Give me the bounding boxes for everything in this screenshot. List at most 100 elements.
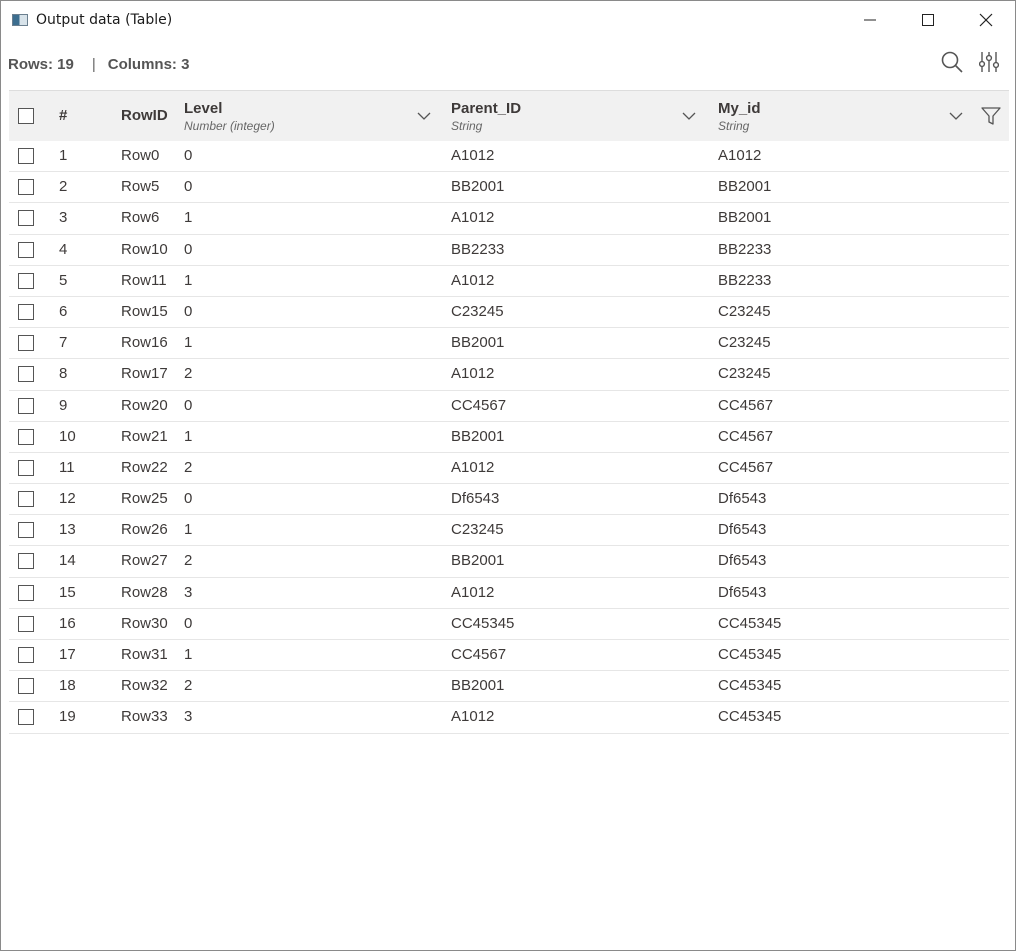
level-cell: 0 [184, 614, 193, 632]
header-parent-id[interactable]: Parent_ID String [451, 91, 711, 141]
table-row[interactable]: 8 Row17 2 A1012 C23245 [9, 359, 1009, 391]
level-cell: 1 [184, 427, 193, 445]
chevron-down-icon[interactable] [681, 108, 697, 124]
row-checkbox[interactable] [18, 366, 34, 383]
row-checkbox[interactable] [18, 241, 34, 258]
row-number-cell: 18 [59, 677, 76, 695]
column-settings-icon [978, 52, 1000, 72]
columns-count: Columns: 3 [107, 55, 190, 73]
row-checkbox[interactable] [18, 148, 34, 164]
my-id-cell: CC45345 [718, 646, 782, 663]
table-row[interactable]: 12 Row25 0 Df6543 Df6543 [9, 484, 1009, 516]
maximize-button[interactable] [899, 1, 957, 39]
table-window-icon [12, 14, 28, 26]
table-row[interactable]: 4 Row10 0 BB2233 BB2233 [9, 235, 1009, 266]
row-number-cell: 1 [59, 147, 68, 164]
row-number-cell: 10 [59, 427, 76, 445]
row-checkbox[interactable] [18, 335, 34, 352]
table-row[interactable]: 19 Row33 3 A1012 CC45345 [9, 702, 1009, 734]
filter-icon[interactable] [981, 106, 1001, 126]
header-level[interactable]: Level Number (integer) [184, 91, 444, 141]
rowid-cell: Row17 [121, 365, 168, 383]
row-number-cell: 9 [59, 396, 68, 414]
table-row[interactable]: 16 Row30 0 CC45345 CC45345 [9, 609, 1009, 640]
level-cell: 0 [184, 490, 193, 508]
row-checkbox[interactable] [18, 272, 34, 289]
table-row[interactable]: 2 Row5 0 BB2001 BB2001 [9, 172, 1009, 204]
parent-id-cell: BB2001 [451, 178, 505, 196]
row-checkbox[interactable] [18, 615, 34, 632]
chevron-down-icon[interactable] [416, 108, 432, 124]
level-cell: 2 [184, 677, 193, 695]
row-checkbox[interactable] [18, 210, 34, 227]
table-row[interactable]: 17 Row31 1 CC4567 CC45345 [9, 640, 1009, 672]
my-id-cell: A1012 [718, 147, 762, 164]
row-checkbox[interactable] [18, 522, 34, 539]
row-number-cell: 5 [59, 271, 68, 289]
parent-id-cell: C23245 [451, 521, 504, 539]
data-table: # RowID Level Number (integer) Parent_ID… [9, 90, 1009, 734]
table-row[interactable]: 18 Row32 2 BB2001 CC45345 [9, 671, 1009, 703]
my-id-cell: CC45345 [718, 708, 782, 726]
chevron-down-icon[interactable] [948, 108, 964, 124]
row-checkbox[interactable] [18, 553, 34, 570]
table-row[interactable]: 1 Row0 0 A1012 A1012 [9, 141, 1009, 173]
table-row[interactable]: 7 Row16 1 BB2001 C23245 [9, 328, 1009, 360]
rowid-cell: Row21 [121, 427, 168, 445]
row-checkbox[interactable] [18, 459, 34, 476]
table-body: 1 Row0 0 A1012 A1012 2 Row5 0 BB2001 BB2001 3 Row6 1… [9, 141, 1009, 734]
row-checkbox[interactable] [18, 584, 34, 601]
parent-id-cell: BB2001 [451, 334, 505, 352]
my-id-cell: Df6543 [718, 583, 767, 601]
window-title: Output data (Table) [36, 12, 173, 28]
rowid-cell: Row28 [121, 583, 168, 601]
rows-count: Rows: 19 [8, 55, 74, 73]
parent-id-cell: BB2001 [451, 427, 505, 445]
parent-id-cell: CC4567 [451, 646, 507, 663]
rowid-cell: Row31 [121, 646, 168, 663]
row-checkbox[interactable] [18, 709, 34, 726]
my-id-cell: CC45345 [718, 677, 782, 695]
rowid-cell: Row11 [121, 271, 167, 289]
row-checkbox[interactable] [18, 428, 34, 445]
table-row[interactable]: 13 Row26 1 C23245 Df6543 [9, 515, 1009, 547]
parent-id-cell: Df6543 [451, 490, 500, 508]
parent-id-cell: A1012 [451, 147, 495, 164]
parent-id-cell: BB2001 [451, 677, 505, 695]
close-button[interactable] [957, 1, 1015, 39]
level-cell: 2 [184, 552, 193, 570]
row-checkbox[interactable] [18, 647, 34, 663]
row-checkbox[interactable] [18, 303, 34, 320]
row-number-cell: 11 [59, 458, 75, 476]
table-info-bar: Rows: 19 | Columns: 3 [1, 39, 1015, 89]
rowid-cell: Row20 [121, 396, 168, 414]
table-row[interactable]: 3 Row6 1 A1012 BB2001 [9, 203, 1009, 235]
table-row[interactable]: 11 Row22 2 A1012 CC4567 [9, 453, 1009, 485]
select-all-checkbox[interactable] [18, 108, 34, 124]
table-row[interactable]: 5 Row11 1 A1012 BB2233 [9, 266, 1009, 297]
minimize-button[interactable] [841, 1, 899, 39]
my-id-cell: BB2001 [718, 209, 772, 227]
rowid-cell: Row30 [121, 614, 168, 632]
row-checkbox[interactable] [18, 678, 34, 695]
table-row[interactable]: 6 Row15 0 C23245 C23245 [9, 297, 1009, 329]
table-row[interactable]: 9 Row20 0 CC4567 CC4567 [9, 391, 1009, 422]
header-my-id[interactable]: My_id String [718, 91, 1008, 141]
level-cell: 1 [184, 271, 193, 289]
row-checkbox[interactable] [18, 179, 34, 196]
row-number-cell: 4 [59, 240, 68, 258]
row-number-cell: 19 [59, 708, 76, 726]
row-number-cell: 14 [59, 552, 76, 570]
my-id-cell: CC4567 [718, 396, 774, 414]
level-cell: 0 [184, 178, 193, 196]
row-checkbox[interactable] [18, 491, 34, 508]
table-row[interactable]: 10 Row21 1 BB2001 CC4567 [9, 422, 1009, 453]
table-row[interactable]: 15 Row28 3 A1012 Df6543 [9, 578, 1009, 609]
level-cell: 0 [184, 240, 193, 258]
column-settings-button[interactable] [978, 51, 1000, 77]
parent-id-cell: CC4567 [451, 396, 507, 414]
table-row[interactable]: 14 Row27 2 BB2001 Df6543 [9, 546, 1009, 578]
row-checkbox[interactable] [18, 397, 34, 414]
search-button[interactable] [941, 51, 963, 77]
parent-id-cell: A1012 [451, 458, 495, 476]
